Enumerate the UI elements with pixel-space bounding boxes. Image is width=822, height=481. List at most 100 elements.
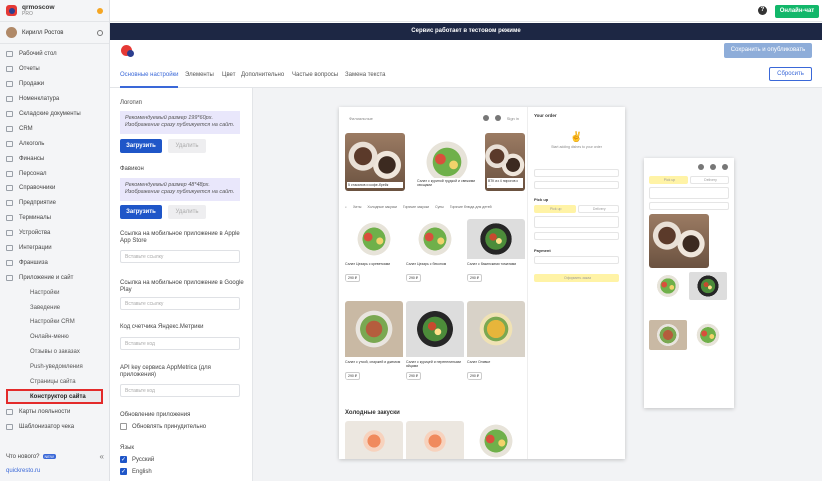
checkbox-checked[interactable]: ✓ <box>120 456 127 463</box>
tab-text-replace[interactable]: Замена текста <box>345 72 385 78</box>
logo-delete-button[interactable]: Удалить <box>168 139 206 153</box>
sidebar-subitem-crm-settings[interactable]: Настройки CRM <box>0 315 109 330</box>
tab-faq[interactable]: Частые вопросы <box>292 72 338 78</box>
sidebar-item-devices[interactable]: Устройства <box>0 226 109 241</box>
category-tab[interactable]: Горячие блюда для детей <box>450 205 492 209</box>
sidebar-item-terminals[interactable]: Терминалы <box>0 211 109 226</box>
tab-additional[interactable]: Дополнительно <box>241 72 284 78</box>
hero-card[interactable]: ВТК из 4 пирогов с ... <box>485 133 525 191</box>
mobile-product-image[interactable] <box>649 320 687 350</box>
product-price[interactable]: 290 ₽ <box>467 274 483 282</box>
delivery-option[interactable]: Delivery <box>577 205 619 213</box>
help-icon[interactable]: ? <box>758 6 767 15</box>
sidebar-item-reports[interactable]: Отчеты <box>0 62 109 77</box>
sidebar-subitem-reviews[interactable]: Отзывы о заказах <box>0 345 109 360</box>
power-icon[interactable] <box>97 29 103 36</box>
sidebar-item-enterprise[interactable]: Предприятие <box>0 196 109 211</box>
quickresto-link[interactable]: quickresto.ru <box>6 468 40 474</box>
mobile-product-image[interactable] <box>689 320 727 350</box>
category-tab[interactable]: Холодные закуски <box>367 205 397 209</box>
hero-card[interactable]: 5 стаканов и кофе-брейк <box>345 133 405 191</box>
sidebar-subitem-site-builder[interactable]: Конструктор сайта <box>6 389 103 405</box>
sidebar-item-integrations[interactable]: Интеграции <box>0 241 109 256</box>
pickup-option[interactable]: Pick up <box>534 205 576 213</box>
gplay-input[interactable]: Вставьте ссылку <box>120 297 240 310</box>
sidebar-item-references[interactable]: Справочники <box>0 181 109 196</box>
sidebar-subitem-push[interactable]: Push-уведомления <box>0 360 109 375</box>
product-card[interactable] <box>467 421 525 459</box>
checkbox-checked[interactable]: ✓ <box>120 468 127 475</box>
whats-new[interactable]: Что нового? NEW « <box>6 452 104 461</box>
mobile-login-banner[interactable] <box>649 202 729 210</box>
sidebar-item-warehouse[interactable]: Складские документы <box>0 107 109 122</box>
product-card[interactable]: Салат с уткой, спаржей и джемом 290 ₽ <box>345 301 403 380</box>
appmetrica-input[interactable]: Вставьте код <box>120 384 240 397</box>
mobile-preview[interactable]: Pick up Delivery <box>644 158 734 408</box>
user-profile[interactable]: Кирилл Ростов <box>0 22 109 44</box>
signin-link[interactable]: Sign in <box>507 116 519 121</box>
mobile-hero[interactable] <box>649 214 709 268</box>
product-card[interactable]: Салат Цезарь с беконом 290 ₽ <box>406 219 464 282</box>
reset-button[interactable]: Сбросить <box>769 67 812 81</box>
mobile-delivery-option[interactable]: Delivery <box>690 176 729 184</box>
product-price[interactable]: 290 ₽ <box>345 372 361 380</box>
sidebar-subitem-pages[interactable]: Страницы сайта <box>0 375 109 390</box>
online-chat-button[interactable]: Онлайн-чат <box>775 5 819 18</box>
info-icon[interactable] <box>710 164 716 170</box>
appstore-input[interactable]: Вставьте ссылку <box>120 250 240 263</box>
mobile-address-field[interactable] <box>649 187 729 199</box>
sidebar-item-nomenclature[interactable]: Номенклатура <box>0 92 109 107</box>
sidebar-item-desktop[interactable]: Рабочий стол <box>0 47 109 62</box>
product-card[interactable]: Салат с бакинскими томатами 290 ₽ <box>467 219 525 282</box>
sidebar-item-franchise[interactable]: Франшиза <box>0 255 109 270</box>
product-price[interactable]: 290 ₽ <box>345 274 361 282</box>
payment-field[interactable] <box>534 256 619 264</box>
sidebar-subitem-venue[interactable]: Заведение <box>0 300 109 315</box>
product-card[interactable] <box>345 421 403 459</box>
product-price[interactable]: 290 ₽ <box>406 274 422 282</box>
sidebar-item-finance[interactable]: Финансы <box>0 151 109 166</box>
user-icon[interactable] <box>722 164 728 170</box>
sidebar-item-loyalty[interactable]: Карты лояльности <box>0 404 109 419</box>
tab-elements[interactable]: Элементы <box>185 72 214 78</box>
yametrika-input[interactable]: Вставьте код <box>120 337 240 350</box>
lang-en-checkbox[interactable]: ✓ English <box>120 468 152 475</box>
lang-ru-checkbox[interactable]: ✓ Русский <box>120 456 154 463</box>
favicon-delete-button[interactable]: Удалить <box>168 205 206 219</box>
hero-card[interactable]: Салат с куриной грудкой и свежими овощам… <box>414 133 480 191</box>
info-icon[interactable] <box>494 115 501 121</box>
save-publish-button[interactable]: Сохранить и опубликовать <box>724 43 812 58</box>
logo-upload-button[interactable]: Загрузить <box>120 139 162 153</box>
globe-icon[interactable] <box>698 164 704 170</box>
tab-main-settings[interactable]: Основные настройки <box>120 72 179 78</box>
search-icon[interactable]: ⌕ <box>345 205 347 209</box>
tab-color[interactable]: Цвет <box>222 72 235 78</box>
category-tab[interactable]: Супы <box>435 205 444 209</box>
sidebar-item-alcohol[interactable]: Алкоголь <box>0 136 109 151</box>
sidebar-item-crm[interactable]: CRM <box>0 121 109 136</box>
sidebar-item-staff[interactable]: Персонал <box>0 166 109 181</box>
product-card[interactable]: Салат Оливье 290 ₽ <box>467 301 525 380</box>
sidebar-item-receipt[interactable]: Шаблонизатор чека <box>0 419 109 434</box>
mobile-product-image[interactable] <box>649 272 687 300</box>
category-tab[interactable]: Хиты <box>353 205 361 209</box>
category-tab[interactable]: Горячие закуски <box>403 205 429 209</box>
product-card[interactable] <box>406 421 464 459</box>
time-field[interactable] <box>534 232 619 240</box>
mobile-pickup-option[interactable]: Pick up <box>649 176 688 184</box>
force-update-checkbox[interactable]: Обновлять принудительно <box>120 423 206 430</box>
product-card[interactable]: Салат Цезарь с креветками 290 ₽ <box>345 219 403 282</box>
print-icon[interactable] <box>482 115 489 121</box>
brand[interactable]: qrmoscow PRO <box>0 0 109 22</box>
sun-icon[interactable] <box>97 7 103 14</box>
desktop-preview[interactable]: Филиальные Sign in 5 стаканов и кофе-бре… <box>339 107 625 459</box>
checkout-button[interactable]: Оформить заказ <box>534 274 619 282</box>
mobile-product-image[interactable] <box>689 272 727 300</box>
order-field[interactable] <box>534 181 619 189</box>
collapse-icon[interactable]: « <box>100 452 104 461</box>
sidebar-item-sales[interactable]: Продажи <box>0 77 109 92</box>
favicon-upload-button[interactable]: Загрузить <box>120 205 162 219</box>
product-price[interactable]: 290 ₽ <box>467 372 483 380</box>
order-field[interactable] <box>534 169 619 177</box>
address-field[interactable] <box>534 216 619 228</box>
